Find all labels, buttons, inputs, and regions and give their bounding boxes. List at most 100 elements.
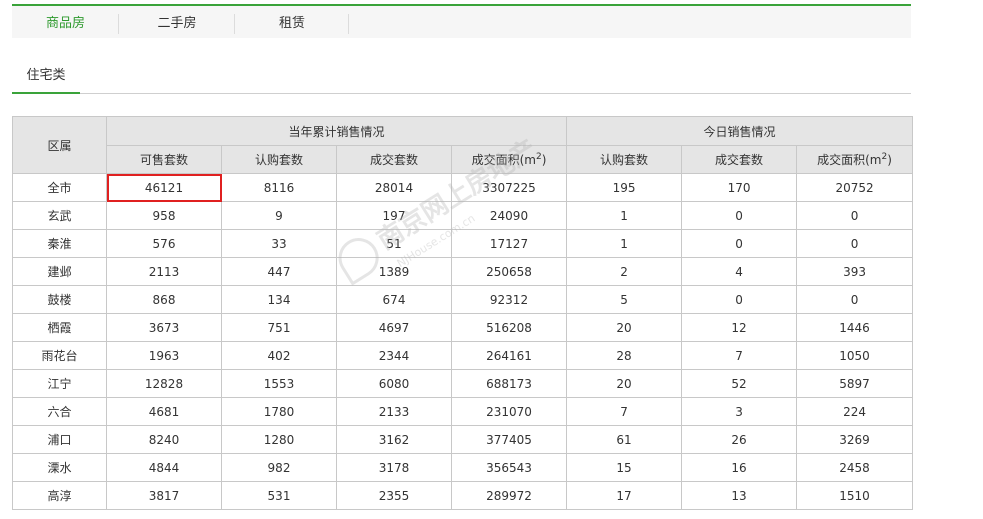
tab-new-homes-label: 商品房 xyxy=(45,16,85,31)
cell-year-subscribed: 531 xyxy=(221,481,337,510)
cell-today-deals: 0 xyxy=(681,285,798,314)
cell-year-subscribed: 1553 xyxy=(221,369,337,398)
cell-today-subscribed: 15 xyxy=(566,453,683,482)
cell-year-deals: 2355 xyxy=(336,481,452,510)
cell-year-deals: 674 xyxy=(336,285,452,314)
cell-today-deals: 13 xyxy=(681,481,798,510)
cell-today-deals: 170 xyxy=(681,173,798,202)
cell-today-subscribed: 1 xyxy=(566,201,683,230)
cell-available: 46121 xyxy=(106,173,222,202)
sales-table: 区属 当年累计销售情况 今日销售情况 可售套数 认购套数 成交套数 成交面积(m… xyxy=(12,116,914,510)
table-row: 鼓楼 868 134 674 92312 5 0 0 xyxy=(12,285,914,314)
table-row: 秦淮 576 33 51 17127 1 0 0 xyxy=(12,229,914,258)
cell-district: 建邺 xyxy=(12,257,107,286)
cell-district: 江宁 xyxy=(12,369,107,398)
cell-year-area: 231070 xyxy=(450,397,568,426)
cell-district: 全市 xyxy=(12,173,107,202)
cell-year-subscribed: 8116 xyxy=(221,173,337,202)
cell-year-deals: 51 xyxy=(336,229,452,258)
cell-today-subscribed: 7 xyxy=(566,397,683,426)
cell-year-deals: 6080 xyxy=(336,369,452,398)
cell-available: 8240 xyxy=(106,425,222,454)
tab-residential[interactable]: 住宅类 xyxy=(12,60,80,94)
table-row: 浦口 8240 1280 3162 377405 61 26 3269 xyxy=(12,425,914,454)
cell-today-area: 224 xyxy=(796,397,914,426)
cell-today-deals: 16 xyxy=(681,453,798,482)
tab-second-hand[interactable]: 二手房 xyxy=(119,6,235,38)
cell-year-deals: 3178 xyxy=(336,453,452,482)
cell-year-subscribed: 1280 xyxy=(221,425,337,454)
cell-available: 958 xyxy=(106,201,222,230)
cell-year-subscribed: 982 xyxy=(221,453,337,482)
cell-year-area: 516208 xyxy=(450,313,568,342)
cell-year-deals: 2344 xyxy=(336,341,452,370)
cell-year-subscribed: 402 xyxy=(221,341,337,370)
cell-today-deals: 12 xyxy=(681,313,798,342)
cell-today-deals: 4 xyxy=(681,257,798,286)
cell-available: 4681 xyxy=(106,397,222,426)
cell-year-deals: 2133 xyxy=(336,397,452,426)
cell-year-subscribed: 1780 xyxy=(221,397,337,426)
col-year-deals-header: 成交套数 xyxy=(336,145,452,174)
cell-today-area: 3269 xyxy=(796,425,914,454)
cell-available: 1963 xyxy=(106,341,222,370)
sub-tab-bar: 住宅类 xyxy=(12,60,911,94)
cell-year-area: 356543 xyxy=(450,453,568,482)
cell-today-deals: 52 xyxy=(681,369,798,398)
table-row: 雨花台 1963 402 2344 264161 28 7 1050 xyxy=(12,341,914,370)
cell-year-area: 688173 xyxy=(450,369,568,398)
cell-today-deals: 26 xyxy=(681,425,798,454)
cell-today-subscribed: 17 xyxy=(566,481,683,510)
cell-district: 雨花台 xyxy=(12,341,107,370)
cell-available: 4844 xyxy=(106,453,222,482)
cell-year-area: 92312 xyxy=(450,285,568,314)
cell-today-subscribed: 20 xyxy=(566,369,683,398)
table-row: 栖霞 3673 751 4697 516208 20 12 1446 xyxy=(12,313,914,342)
col-available-header: 可售套数 xyxy=(106,145,222,174)
cell-today-subscribed: 20 xyxy=(566,313,683,342)
cell-district: 栖霞 xyxy=(12,313,107,342)
cell-available: 868 xyxy=(106,285,222,314)
cell-today-area: 2458 xyxy=(796,453,914,482)
cell-today-area: 1446 xyxy=(796,313,914,342)
cell-district: 浦口 xyxy=(12,425,107,454)
tab-new-homes[interactable]: 商品房 xyxy=(12,6,119,38)
cell-year-deals: 28014 xyxy=(336,173,452,202)
cell-today-subscribed: 195 xyxy=(566,173,683,202)
cell-year-area: 377405 xyxy=(450,425,568,454)
cell-district: 鼓楼 xyxy=(12,285,107,314)
cell-today-area: 0 xyxy=(796,285,914,314)
col-year-subscribed-header: 认购套数 xyxy=(221,145,337,174)
cell-year-subscribed: 134 xyxy=(221,285,337,314)
cell-today-deals: 0 xyxy=(681,229,798,258)
group-year-header: 当年累计销售情况 xyxy=(105,116,568,146)
top-tab-bar: 商品房 二手房 租赁 xyxy=(12,4,911,38)
table-row: 六合 4681 1780 2133 231070 7 3 224 xyxy=(12,397,914,426)
cell-available: 2113 xyxy=(106,257,222,286)
cell-today-area: 1510 xyxy=(796,481,914,510)
col-district-header: 区属 xyxy=(12,116,107,174)
tab-rental-label: 租赁 xyxy=(278,16,305,31)
cell-district: 六合 xyxy=(12,397,107,426)
col-today-subscribed-header: 认购套数 xyxy=(566,145,683,174)
col-today-deals-header: 成交套数 xyxy=(681,145,798,174)
cell-today-area: 393 xyxy=(796,257,914,286)
cell-today-subscribed: 61 xyxy=(566,425,683,454)
cell-year-area: 250658 xyxy=(450,257,568,286)
tab-rental[interactable]: 租赁 xyxy=(235,6,349,38)
cell-year-deals: 197 xyxy=(336,201,452,230)
cell-year-area: 17127 xyxy=(450,229,568,258)
cell-today-area: 0 xyxy=(796,229,914,258)
group-today-header: 今日销售情况 xyxy=(566,116,914,146)
cell-year-subscribed: 447 xyxy=(221,257,337,286)
cell-today-area: 0 xyxy=(796,201,914,230)
cell-district: 秦淮 xyxy=(12,229,107,258)
cell-today-area: 20752 xyxy=(796,173,914,202)
col-today-area-header: 成交面积(m2) xyxy=(796,145,914,174)
cell-available: 576 xyxy=(106,229,222,258)
cell-district: 玄武 xyxy=(12,201,107,230)
table-row: 玄武 958 9 197 24090 1 0 0 xyxy=(12,201,914,230)
cell-year-deals: 4697 xyxy=(336,313,452,342)
cell-today-deals: 3 xyxy=(681,397,798,426)
table-row: 全市 46121 8116 28014 3307225 195 170 20752 xyxy=(12,173,914,202)
